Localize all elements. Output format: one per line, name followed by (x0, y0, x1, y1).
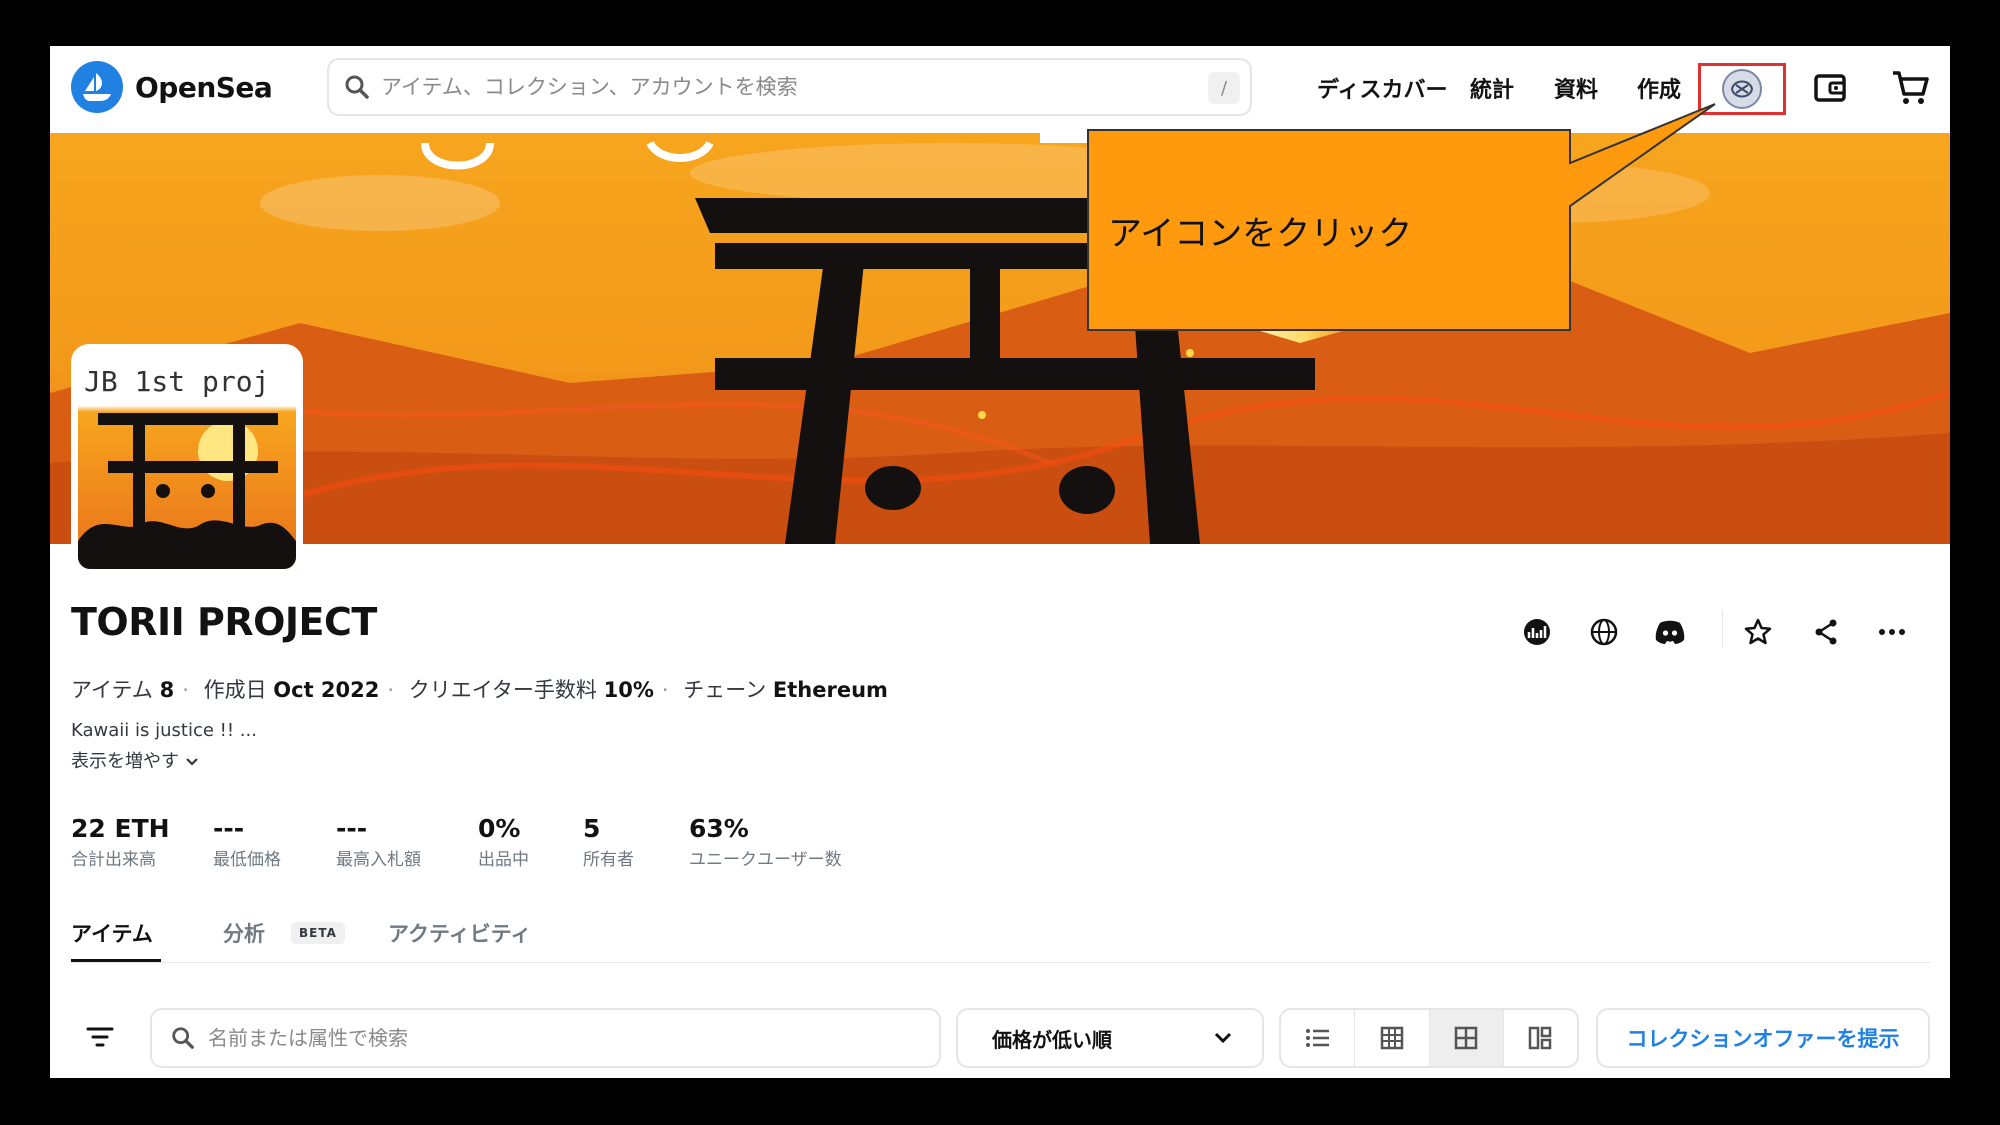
discord-icon[interactable] (1648, 610, 1692, 654)
nav-create[interactable]: 作成 (1637, 72, 1681, 104)
view-mode-toggle (1279, 1008, 1579, 1068)
top-nav-bar: OpenSea / ディスカバー 統計 資料 作成 (50, 46, 1950, 133)
item-search-bar[interactable] (150, 1008, 941, 1068)
filter-toggle-button[interactable] (71, 1008, 129, 1066)
meta-created-label: 作成日 (203, 678, 267, 702)
collection-title: TORII PROJECT (71, 600, 377, 644)
meta-created-value: Oct 2022 (273, 678, 380, 702)
large-grid-view-button[interactable] (1429, 1010, 1504, 1066)
meta-items-value: 8 (159, 678, 175, 702)
mosaic-view-button[interactable] (1504, 1010, 1577, 1066)
search-shortcut-badge: / (1208, 72, 1240, 104)
profile-avatar-button[interactable] (1698, 63, 1786, 115)
active-tab-underline (71, 959, 161, 962)
search-icon (345, 75, 369, 99)
meta-fee-label: クリエイター手数料 (408, 678, 597, 702)
nav-stats-link[interactable]: 統計 (1470, 78, 1514, 103)
collection-banner (50, 133, 1950, 544)
small-grid-icon (1380, 1026, 1404, 1050)
tab-analytics[interactable]: 分析 (223, 918, 265, 948)
collection-tabs: アイテム 分析 BETA アクティビティ (71, 918, 1931, 963)
share-icon[interactable] (1804, 610, 1848, 654)
more-options-icon[interactable] (1870, 610, 1914, 654)
wallet-icon[interactable] (1808, 66, 1852, 110)
search-icon (172, 1027, 194, 1049)
list-view-button[interactable] (1281, 1010, 1356, 1066)
list-view-icon (1305, 1029, 1329, 1047)
nav-discover[interactable]: ディスカバー (1317, 72, 1447, 104)
opensea-boat-icon (71, 61, 123, 113)
collection-description: Kawaii is justice !! ... (71, 720, 257, 741)
meta-items-label: アイテム (71, 678, 153, 702)
meta-fee-value: 10% (603, 678, 654, 702)
sort-dropdown[interactable]: 価格が低い順 (956, 1008, 1264, 1068)
show-more-label: 表示を増やす (71, 751, 179, 772)
stat-owners[interactable]: 5 所有者 (583, 814, 634, 870)
mosaic-icon (1529, 1026, 1552, 1050)
nav-create-link[interactable]: 作成 (1637, 78, 1681, 103)
meta-chain-value: Ethereum (772, 678, 888, 702)
show-more-button[interactable]: 表示を増やす (71, 747, 199, 773)
filter-icon (86, 1027, 114, 1047)
tab-items[interactable]: アイテム (71, 918, 153, 948)
sort-selected-label: 価格が低い順 (992, 1027, 1112, 1052)
collection-meta: アイテム 8 · 作成日 Oct 2022 · クリエイター手数料 10% · チェー… (71, 678, 888, 702)
small-grid-view-button[interactable] (1355, 1010, 1430, 1066)
nav-stats[interactable]: 統計 (1470, 72, 1514, 104)
nav-discover-link[interactable]: ディスカバー (1317, 78, 1447, 103)
avatar (1722, 69, 1762, 109)
actions-divider (1722, 610, 1723, 648)
favorite-star-icon[interactable] (1736, 610, 1780, 654)
opensea-logo[interactable]: OpenSea (71, 61, 273, 113)
stat-best-offer[interactable]: --- 最高入札額 (336, 814, 421, 870)
annotation-callout-text: アイコンをクリック (1108, 214, 1413, 254)
chevron-down-icon (185, 758, 198, 766)
tab-activity[interactable]: アクティビティ (388, 918, 531, 948)
item-search-input[interactable] (206, 1025, 910, 1051)
collection-offer-button[interactable]: コレクションオファーを提示 (1596, 1008, 1930, 1068)
stat-unique-owners[interactable]: 63% ユニークユーザー数 (689, 814, 842, 870)
cart-icon[interactable] (1888, 66, 1932, 110)
meta-chain-label: チェーン (683, 678, 767, 702)
nav-resources-link[interactable]: 資料 (1554, 78, 1598, 103)
analytics-icon[interactable] (1515, 610, 1559, 654)
chevron-down-icon (1214, 1032, 1232, 1044)
opensea-wordmark: OpenSea (135, 70, 273, 104)
website-globe-icon[interactable] (1582, 610, 1626, 654)
stat-total-volume[interactable]: 22 ETH 合計出来高 (71, 814, 170, 870)
stat-listed[interactable]: 0% 出品中 (478, 814, 529, 870)
collection-image: JB 1st proj (71, 344, 303, 576)
global-search-input[interactable] (379, 74, 1183, 100)
nav-resources[interactable]: 資料 (1554, 72, 1598, 104)
stat-floor-price[interactable]: --- 最低価格 (213, 814, 281, 870)
opensea-page: OpenSea / ディスカバー 統計 資料 作成 (50, 46, 1950, 1078)
beta-badge: BETA (291, 922, 345, 944)
global-search-bar[interactable]: / (327, 58, 1252, 116)
collection-image-caption: JB 1st proj (84, 365, 269, 398)
large-grid-icon (1454, 1026, 1478, 1050)
